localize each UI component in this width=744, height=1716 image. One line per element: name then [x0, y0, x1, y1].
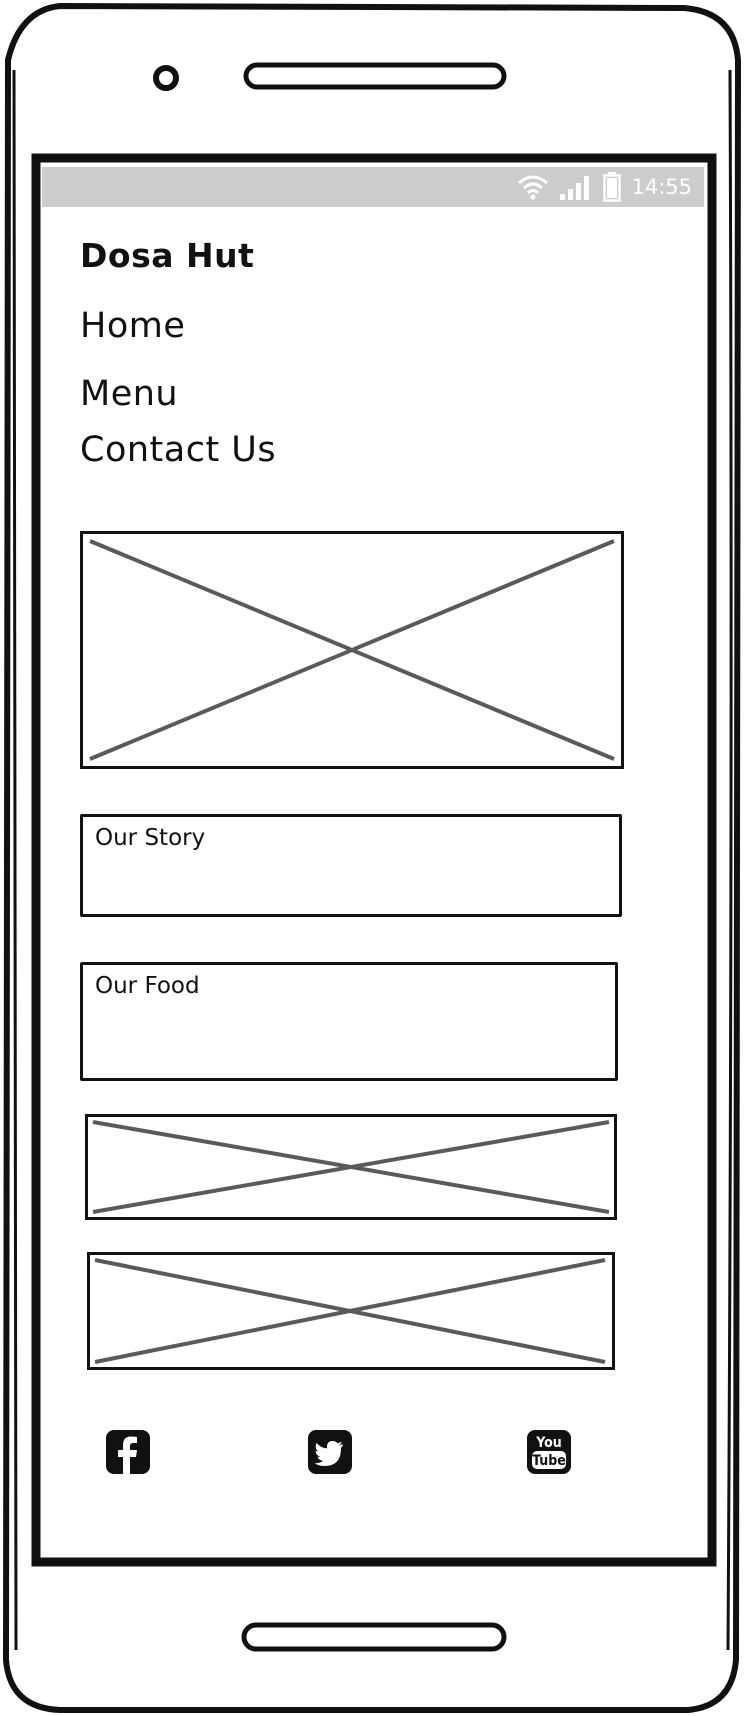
our-story-section: Our Story	[80, 814, 622, 917]
camera-icon	[153, 65, 179, 91]
youtube-text-bottom: Tube	[532, 1453, 566, 1469]
status-icons: 14:55	[517, 167, 692, 207]
nav-item-home[interactable]: Home	[80, 306, 185, 346]
nav-item-contact-us[interactable]: Contact Us	[80, 430, 276, 470]
status-time: 14:55	[631, 175, 692, 199]
our-food-heading: Our Food	[95, 973, 200, 999]
our-food-section: Our Food	[80, 962, 618, 1081]
battery-icon	[603, 172, 622, 202]
facebook-icon[interactable]	[106, 1430, 150, 1474]
speaker-grille	[243, 62, 507, 90]
nav-item-menu[interactable]: Menu	[80, 374, 178, 414]
signal-icon	[559, 174, 593, 200]
image-placeholder	[87, 1252, 615, 1370]
twitter-icon[interactable]	[308, 1430, 352, 1474]
youtube-text-top: You	[535, 1435, 561, 1451]
image-placeholder	[85, 1114, 617, 1220]
wifi-icon	[517, 174, 549, 200]
home-button	[241, 1622, 507, 1652]
status-bar: 14:55	[42, 167, 704, 207]
brand-logo[interactable]: Dosa Hut	[80, 236, 254, 275]
hero-image-placeholder	[80, 531, 624, 769]
youtube-icon[interactable]: You Tube	[527, 1430, 571, 1474]
our-story-heading: Our Story	[95, 825, 206, 851]
